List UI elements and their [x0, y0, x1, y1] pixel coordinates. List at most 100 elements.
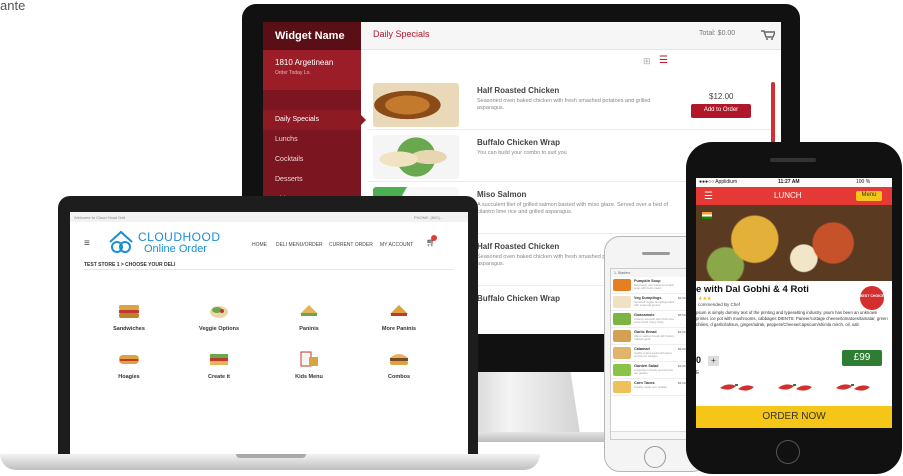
item-description: A selection of leafy greens from our gar…: [634, 368, 674, 375]
dish-description: psum is simply dummy text of the printin…: [696, 310, 888, 327]
phone-speaker: [642, 252, 670, 255]
best-choice-badge: BEST CHOICE: [860, 286, 884, 310]
clock: 11:27 AM: [778, 179, 800, 185]
laptop-notch: [236, 454, 306, 458]
hoagie-icon[interactable]: [118, 350, 140, 368]
breadcrumb: TEST STORE 1 > CHOOSE YOUR DELI: [84, 262, 176, 268]
price-tag: £99: [842, 350, 882, 366]
item-description: Seasoned oven baked chicken with fresh s…: [477, 98, 651, 111]
nav-deli-menu-order[interactable]: DELI MENU/ORDER: [276, 242, 323, 248]
sandwich-icon[interactable]: [118, 302, 140, 320]
item-description: You can build your combo to suit you: [477, 150, 567, 156]
order-total: Total: $0.00: [699, 30, 736, 37]
sidebar-item-daily-specials[interactable]: Daily Specials: [263, 110, 366, 130]
nav-home[interactable]: HOME: [252, 242, 267, 248]
kids-menu-icon[interactable]: [298, 350, 320, 368]
pumpkin-soup-image: [613, 279, 631, 291]
item-price: $4.00: [678, 296, 686, 300]
logo-wordmark: CLOUDHOOD: [138, 230, 221, 244]
tile-label[interactable]: Sandwiches: [89, 326, 169, 332]
item-price: $6.50: [678, 313, 686, 317]
garden-salad-image: [613, 364, 631, 376]
battery-label: 100 %: [856, 179, 871, 185]
menu-button[interactable]: Menu: [856, 191, 882, 201]
nav-my-account[interactable]: MY ACCOUNT: [380, 242, 413, 248]
sidebar-item-cocktails[interactable]: Cocktails: [263, 150, 361, 170]
guacamole-image: [613, 313, 631, 325]
nav-current-order[interactable]: CURRENT ORDER: [329, 242, 373, 248]
grid-view-icon[interactable]: ⊞: [643, 56, 651, 67]
roasted-chicken-image: [373, 83, 459, 127]
monitor-stand-neck: [462, 372, 580, 434]
recommended-label: commended By Chef: [698, 302, 741, 307]
item-price: $2.00: [678, 364, 686, 368]
caption-text: ante: [0, 0, 26, 13]
dish-title: e with Dal Gobhi & 4 Roti: [696, 284, 809, 295]
cloudhood-logo-icon: [109, 230, 133, 253]
quantity-value: 0: [696, 355, 702, 365]
hamburger-menu-icon[interactable]: ≡: [84, 238, 90, 249]
tile-label[interactable]: Veggie Options: [179, 326, 259, 332]
cart-badge: [431, 235, 437, 241]
home-button[interactable]: [776, 440, 800, 464]
home-button[interactable]: [644, 446, 666, 468]
combo-burger-icon[interactable]: [388, 350, 410, 368]
item-name: Half Roasted Chicken: [477, 242, 560, 251]
corn-tacos-image: [613, 381, 631, 393]
increment-button[interactable]: +: [708, 356, 719, 366]
top-bar: Welcome to Cloud Hood Deli: [70, 212, 468, 222]
logo-tagline: Online Order: [144, 243, 207, 255]
list-view-icon[interactable]: ☰: [659, 55, 668, 66]
veggie-wrap-icon[interactable]: [208, 302, 230, 320]
item-price: $6.00: [678, 347, 686, 351]
spice-label: E: [696, 370, 700, 376]
item-name: Miso Salmon: [477, 190, 527, 199]
tile-label[interactable]: Kids Menu: [269, 374, 349, 380]
phone-speaker: [770, 158, 816, 162]
phone-number: PHONE: (800)...: [414, 215, 444, 220]
create-sandwich-icon[interactable]: [208, 350, 230, 368]
garlic-bread-image: [613, 330, 631, 342]
add-to-order-button[interactable]: Add to Order: [691, 104, 751, 118]
screen-title: LUNCH: [774, 191, 802, 200]
laptop-screen: Welcome to Cloud Hood Deli PHONE: (800).…: [70, 212, 468, 454]
thali-food-image: [696, 205, 892, 281]
order-now-button[interactable]: ORDER NOW: [696, 406, 892, 428]
item-description: Deliciously rich roasted pumpkin soup wi…: [634, 283, 675, 290]
store-subtitle: Order Today Lo.: [275, 70, 311, 76]
carrier-label: ●●●○○ Applidium: [699, 179, 738, 185]
store-selector[interactable]: 1810 Argetinean Order Today Lo.: [263, 50, 361, 90]
tile-label[interactable]: Paninis: [269, 326, 349, 332]
item-description: Warm toasted bread with buttery roasted …: [634, 334, 675, 341]
item-description: Freshly made corn tortillas: [634, 385, 667, 389]
menu-item[interactable]: Half Roasted Chicken Seasoned oven baked…: [367, 80, 775, 130]
hamburger-menu-icon[interactable]: ☰: [704, 191, 713, 202]
tile-label[interactable]: More Paninis: [359, 326, 439, 332]
page-title: Daily Specials: [373, 29, 430, 39]
calamari-image: [613, 347, 631, 359]
content-header: Daily Specials Total: $0.00: [361, 22, 781, 50]
store-name: 1810 Argetinean: [275, 58, 334, 67]
item-description: Creamy avocado with fresh lime served wi…: [634, 317, 674, 324]
chicken-wrap-image: [373, 135, 459, 179]
welcome-text: Welcome to Cloud Hood Deli: [74, 215, 126, 220]
status-bar: ●●●○○ Applidium 11:27 AM 100 %: [696, 178, 892, 187]
tile-label[interactable]: Create it: [179, 374, 259, 380]
panini-icon[interactable]: [298, 302, 320, 320]
tile-label[interactable]: Combos: [359, 374, 439, 380]
item-description: Lightly coated squid with tartar and lem…: [634, 351, 672, 358]
item-name: Half Roasted Chicken: [477, 86, 560, 95]
sidebar-item-lunchs[interactable]: Lunchs: [263, 130, 361, 150]
divider: [84, 269, 454, 270]
item-name: Buffalo Chicken Wrap: [477, 294, 560, 303]
tile-label[interactable]: Hoagies: [89, 374, 169, 380]
sidebar-item-desserts[interactable]: Desserts: [263, 170, 361, 190]
item-price: $4.00: [678, 330, 686, 334]
panini-icon[interactable]: [388, 302, 410, 320]
veg-flag-icon: [702, 212, 712, 219]
large-phone-screen: ●●●○○ Applidium 11:27 AM 100 % ☰ LUNCH M…: [696, 178, 892, 428]
dumplings-image: [613, 296, 631, 308]
chili-spice-icons[interactable]: [716, 380, 876, 394]
cart-icon[interactable]: [761, 30, 775, 40]
widget-title: Widget Name: [263, 22, 361, 50]
